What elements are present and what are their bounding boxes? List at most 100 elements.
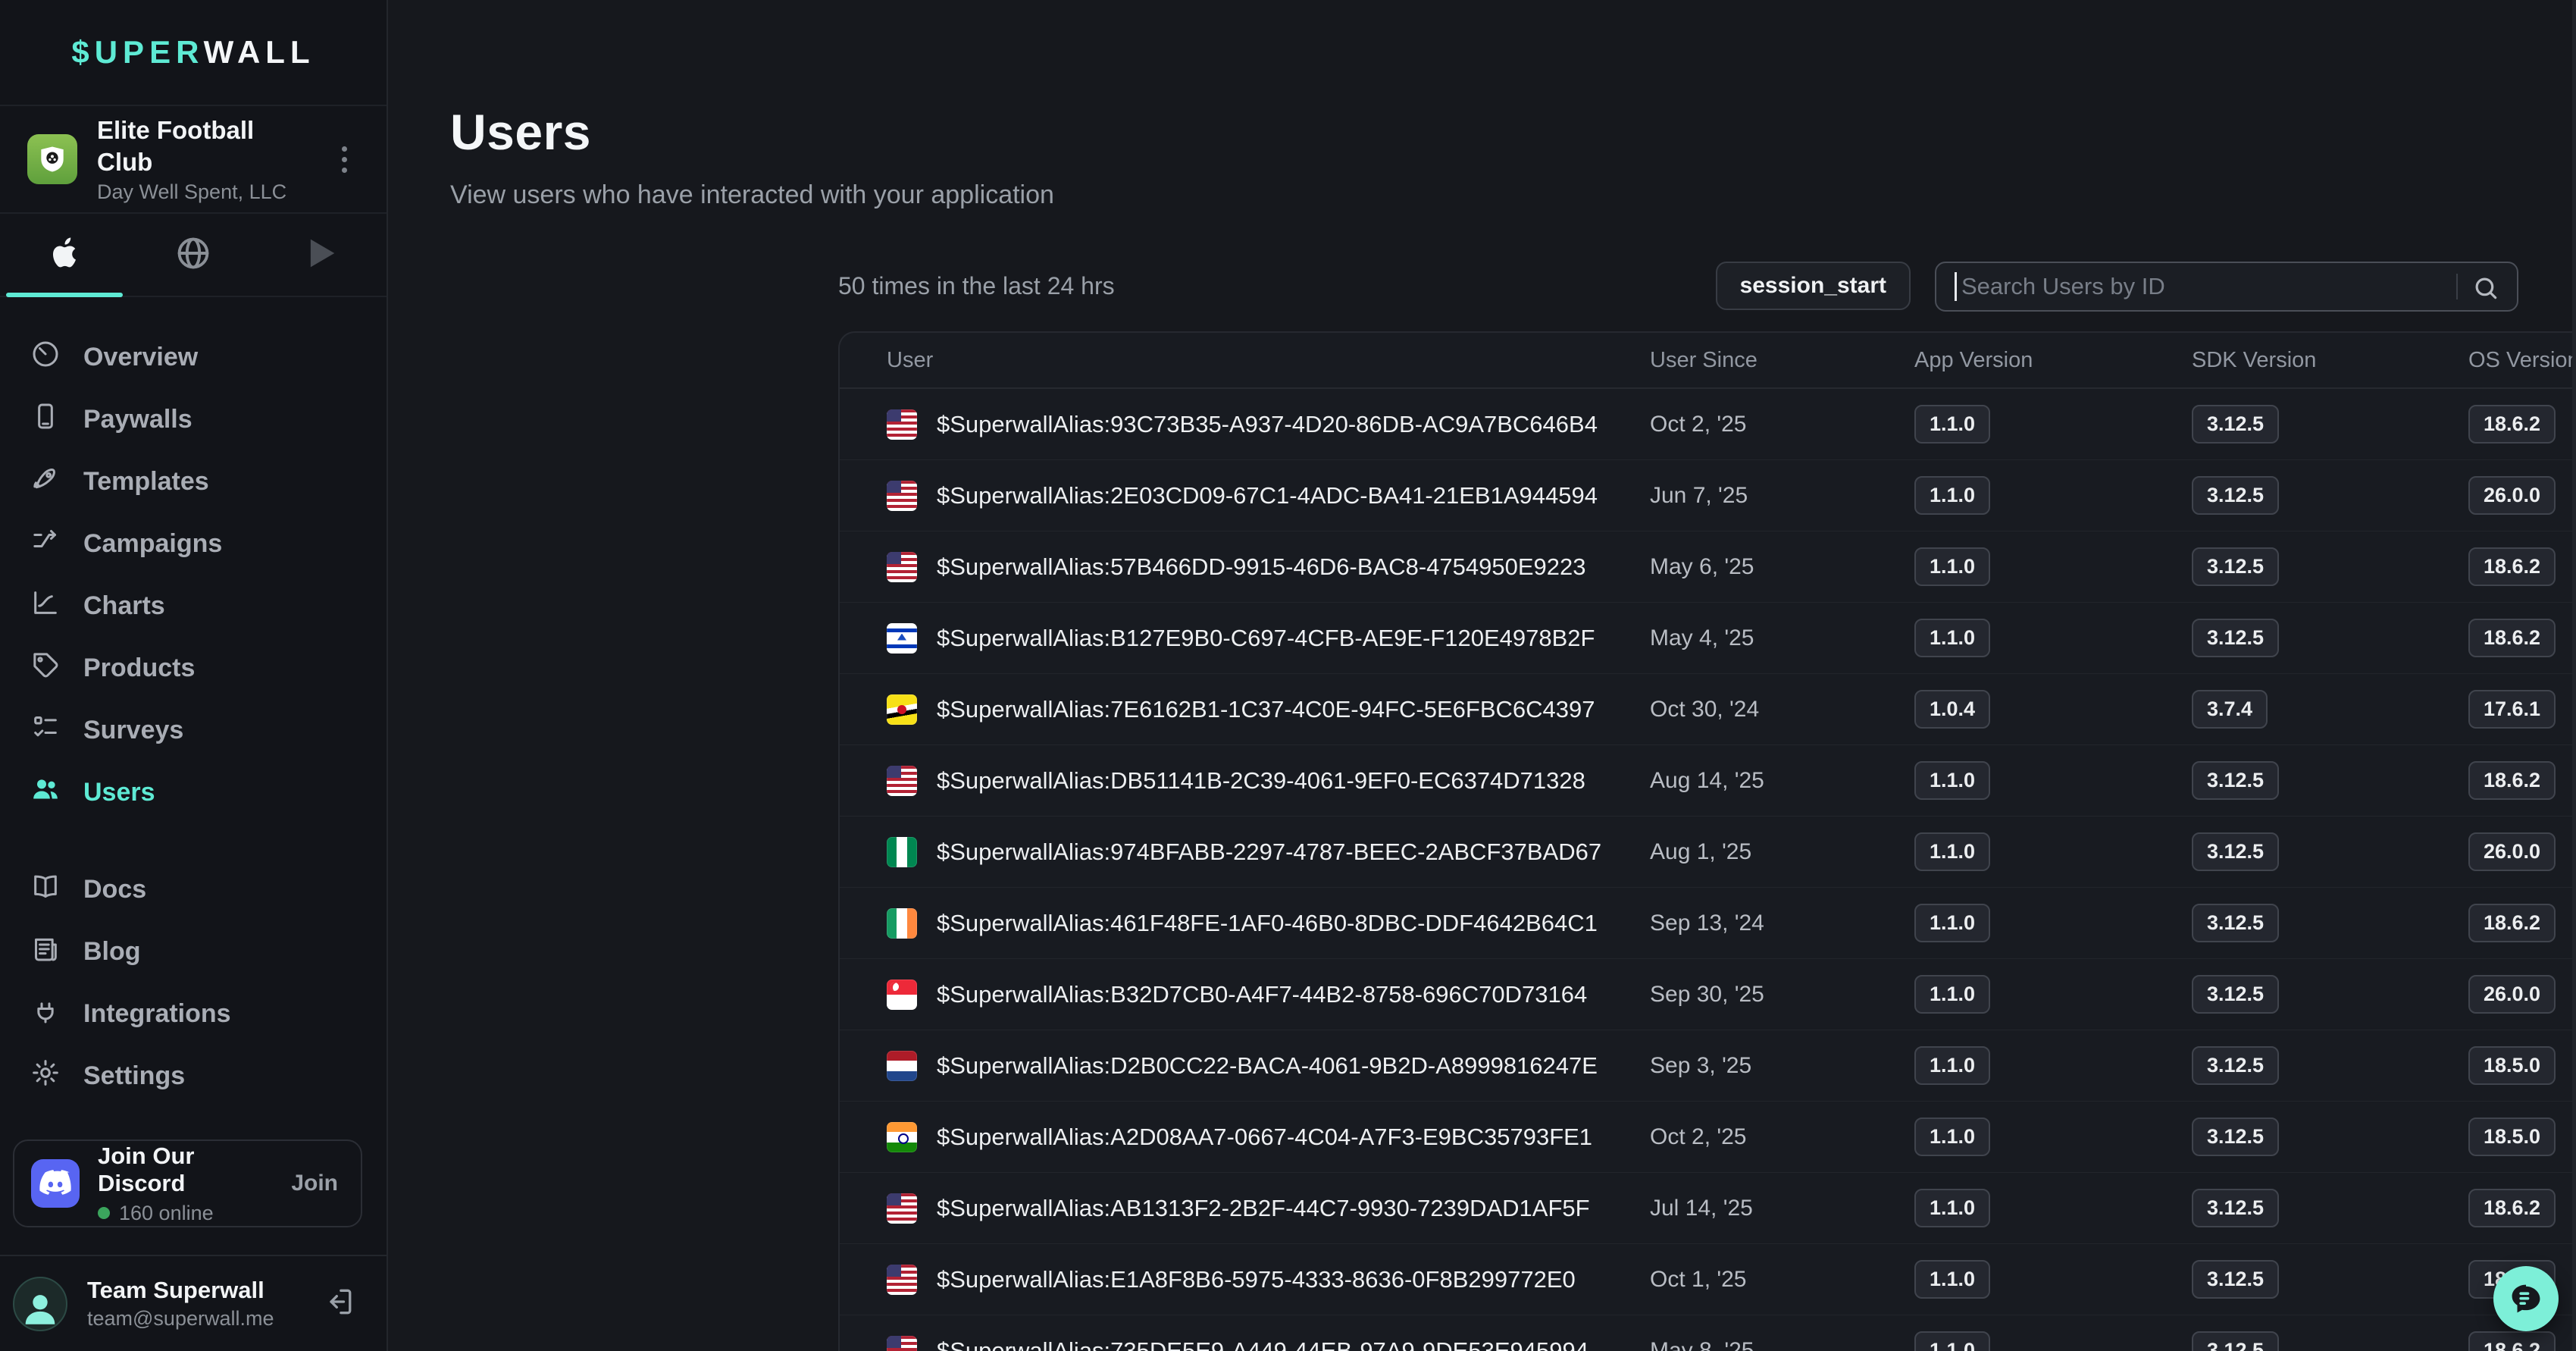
user-since: Jul 14, '25 xyxy=(1650,1196,1914,1221)
plug-icon xyxy=(30,995,61,1033)
sidebar-item-products[interactable]: Products xyxy=(0,637,387,699)
table-row[interactable]: $SuperwallAlias:D2B0CC22-BACA-4061-9B2D-… xyxy=(840,1030,2576,1102)
search-icon[interactable] xyxy=(2471,274,2500,306)
search-input[interactable] xyxy=(1961,273,2449,300)
table-row[interactable]: $SuperwallAlias:B32D7CB0-A4F7-44B2-8758-… xyxy=(840,959,2576,1030)
app-version-badge: 1.1.0 xyxy=(1914,1331,1990,1351)
table-row[interactable]: $SuperwallAlias:57B466DD-9915-46D6-BAC8-… xyxy=(840,531,2576,603)
table-row[interactable]: $SuperwallAlias:2E03CD09-67C1-4ADC-BA41-… xyxy=(840,460,2576,531)
user-since: Aug 14, '25 xyxy=(1650,768,1914,794)
app-version-badge: 1.1.0 xyxy=(1914,547,1990,586)
os-version-badge: 18.5.0 xyxy=(2468,1046,2556,1085)
discord-join-button[interactable]: Join xyxy=(291,1171,338,1196)
country-flag-icon xyxy=(887,409,917,440)
sidebar-item-settings[interactable]: Settings xyxy=(0,1045,387,1107)
sidebar-item-surveys[interactable]: Surveys xyxy=(0,699,387,761)
rocket-icon xyxy=(30,463,61,500)
users-icon xyxy=(30,774,61,811)
table-row[interactable]: $SuperwallAlias:AB1313F2-2B2F-44C7-9930-… xyxy=(840,1173,2576,1244)
table-row[interactable]: $SuperwallAlias:974BFABB-2297-4787-BEEC-… xyxy=(840,817,2576,888)
text-cursor xyxy=(1955,272,1957,301)
table-row[interactable]: $SuperwallAlias:A2D08AA7-0667-4C04-A7F3-… xyxy=(840,1102,2576,1173)
workspace-name: Elite Football Club xyxy=(97,114,309,177)
page-title: Users xyxy=(450,103,2576,161)
country-flag-icon xyxy=(887,1122,917,1152)
user-id: $SuperwallAlias:DB51141B-2C39-4061-9EF0-… xyxy=(937,767,1585,795)
sidebar-item-templates[interactable]: Templates xyxy=(0,450,387,513)
sidebar-item-docs[interactable]: Docs xyxy=(0,858,387,920)
app-version-badge: 1.1.0 xyxy=(1914,405,1990,444)
country-flag-icon xyxy=(887,980,917,1010)
app-version-badge: 1.1.0 xyxy=(1914,975,1990,1014)
logo-accent-text: $UPER xyxy=(71,34,203,70)
chat-fab-button[interactable] xyxy=(2493,1266,2559,1331)
user-since: Sep 30, '25 xyxy=(1650,982,1914,1008)
user-id: $SuperwallAlias:A2D08AA7-0667-4C04-A7F3-… xyxy=(937,1124,1592,1151)
search-box[interactable] xyxy=(1935,262,2518,312)
book-icon xyxy=(30,871,61,908)
table-row[interactable]: $SuperwallAlias:DB51141B-2C39-4061-9EF0-… xyxy=(840,745,2576,817)
platform-tab-globe[interactable] xyxy=(129,214,258,296)
app-version-badge: 1.1.0 xyxy=(1914,1046,1990,1085)
user-since: Oct 30, '24 xyxy=(1650,697,1914,723)
chart-icon xyxy=(30,588,61,625)
os-version-badge: 26.0.0 xyxy=(2468,476,2556,515)
sidebar-item-integrations[interactable]: Integrations xyxy=(0,983,387,1045)
table-row[interactable]: $SuperwallAlias:93C73B35-A937-4D20-86DB-… xyxy=(840,389,2576,460)
table-row[interactable]: $SuperwallAlias:B127E9B0-C697-4CFB-AE9E-… xyxy=(840,603,2576,674)
workspace-menu-icon[interactable] xyxy=(329,146,359,173)
sidebar-item-label: Settings xyxy=(83,1061,185,1091)
country-flag-icon xyxy=(887,1336,917,1351)
user-since: May 8, '25 xyxy=(1650,1338,1914,1351)
table-row[interactable]: $SuperwallAlias:461F48FE-1AF0-46B0-8DBC-… xyxy=(840,888,2576,959)
country-flag-icon xyxy=(887,481,917,511)
table-row[interactable]: $SuperwallAlias:7E6162B1-1C37-4C0E-94FC-… xyxy=(840,674,2576,745)
col-header-sdk-version: SDK Version xyxy=(2192,348,2468,373)
scrollbar-track[interactable] xyxy=(2572,0,2576,1351)
sidebar-nav: OverviewPaywallsTemplatesCampaigns Charts… xyxy=(0,297,387,1107)
sidebar-item-label: Charts xyxy=(83,591,165,621)
sidebar-item-label: Surveys xyxy=(83,716,183,745)
table-row[interactable]: $SuperwallAlias:E1A8F8B6-5975-4333-8636-… xyxy=(840,1244,2576,1315)
gear-icon xyxy=(30,1058,61,1095)
toolbar: 50 times in the last 24 hrs session_star… xyxy=(838,262,2532,312)
workspace-selector[interactable]: Elite Football Club Day Well Spent, LLC xyxy=(0,106,387,214)
discord-banner[interactable]: Join Our Discord 160 online Join xyxy=(13,1139,362,1227)
platform-tab-google-play[interactable] xyxy=(258,214,387,296)
split-arrow-icon xyxy=(30,525,61,563)
phone-icon xyxy=(30,401,61,438)
sdk-version-badge: 3.12.5 xyxy=(2192,1260,2279,1299)
country-flag-icon xyxy=(887,1265,917,1295)
platform-tab-apple[interactable] xyxy=(0,214,129,296)
user-id: $SuperwallAlias:AB1313F2-2B2F-44C7-9930-… xyxy=(937,1195,1590,1222)
google-play-icon xyxy=(302,234,342,277)
col-header-os-version: OS Version xyxy=(2468,348,2576,373)
main-content: Users View users who have interacted wit… xyxy=(388,0,2576,1351)
user-since: Sep 3, '25 xyxy=(1650,1053,1914,1079)
event-count-text: 50 times in the last 24 hrs xyxy=(838,272,1115,300)
col-header-user-since: User Since xyxy=(1650,348,1914,373)
avatar xyxy=(13,1277,67,1331)
account-section[interactable]: Team Superwall team@superwall.me xyxy=(0,1255,387,1351)
sidebar-item-charts[interactable]: Charts xyxy=(0,575,387,637)
sdk-version-badge: 3.12.5 xyxy=(2192,975,2279,1014)
chat-bubble-icon xyxy=(2506,1279,2546,1318)
sdk-version-badge: 3.12.5 xyxy=(2192,405,2279,444)
sidebar-item-paywalls[interactable]: Paywalls xyxy=(0,388,387,450)
os-version-badge: 26.0.0 xyxy=(2468,832,2556,871)
app-version-badge: 1.1.0 xyxy=(1914,1260,1990,1299)
user-id: $SuperwallAlias:D2B0CC22-BACA-4061-9B2D-… xyxy=(937,1052,1598,1080)
sidebar-item-users[interactable]: Users xyxy=(0,761,387,823)
country-flag-icon xyxy=(887,766,917,796)
sidebar-item-campaigns[interactable]: Campaigns xyxy=(0,513,387,575)
sidebar-item-overview[interactable]: Overview xyxy=(0,326,387,388)
event-filter-button[interactable]: session_start xyxy=(1716,262,1911,310)
table-row[interactable]: $SuperwallAlias:735DE5E9-A449-44EB-97A9-… xyxy=(840,1315,2576,1351)
logout-icon[interactable] xyxy=(323,1285,356,1322)
user-id: $SuperwallAlias:B32D7CB0-A4F7-44B2-8758-… xyxy=(937,981,1587,1008)
globe-icon xyxy=(174,234,213,277)
user-since: Oct 2, '25 xyxy=(1650,412,1914,437)
country-flag-icon xyxy=(887,1193,917,1224)
user-id: $SuperwallAlias:B127E9B0-C697-4CFB-AE9E-… xyxy=(937,625,1595,652)
sidebar-item-blog[interactable]: Blog xyxy=(0,920,387,983)
